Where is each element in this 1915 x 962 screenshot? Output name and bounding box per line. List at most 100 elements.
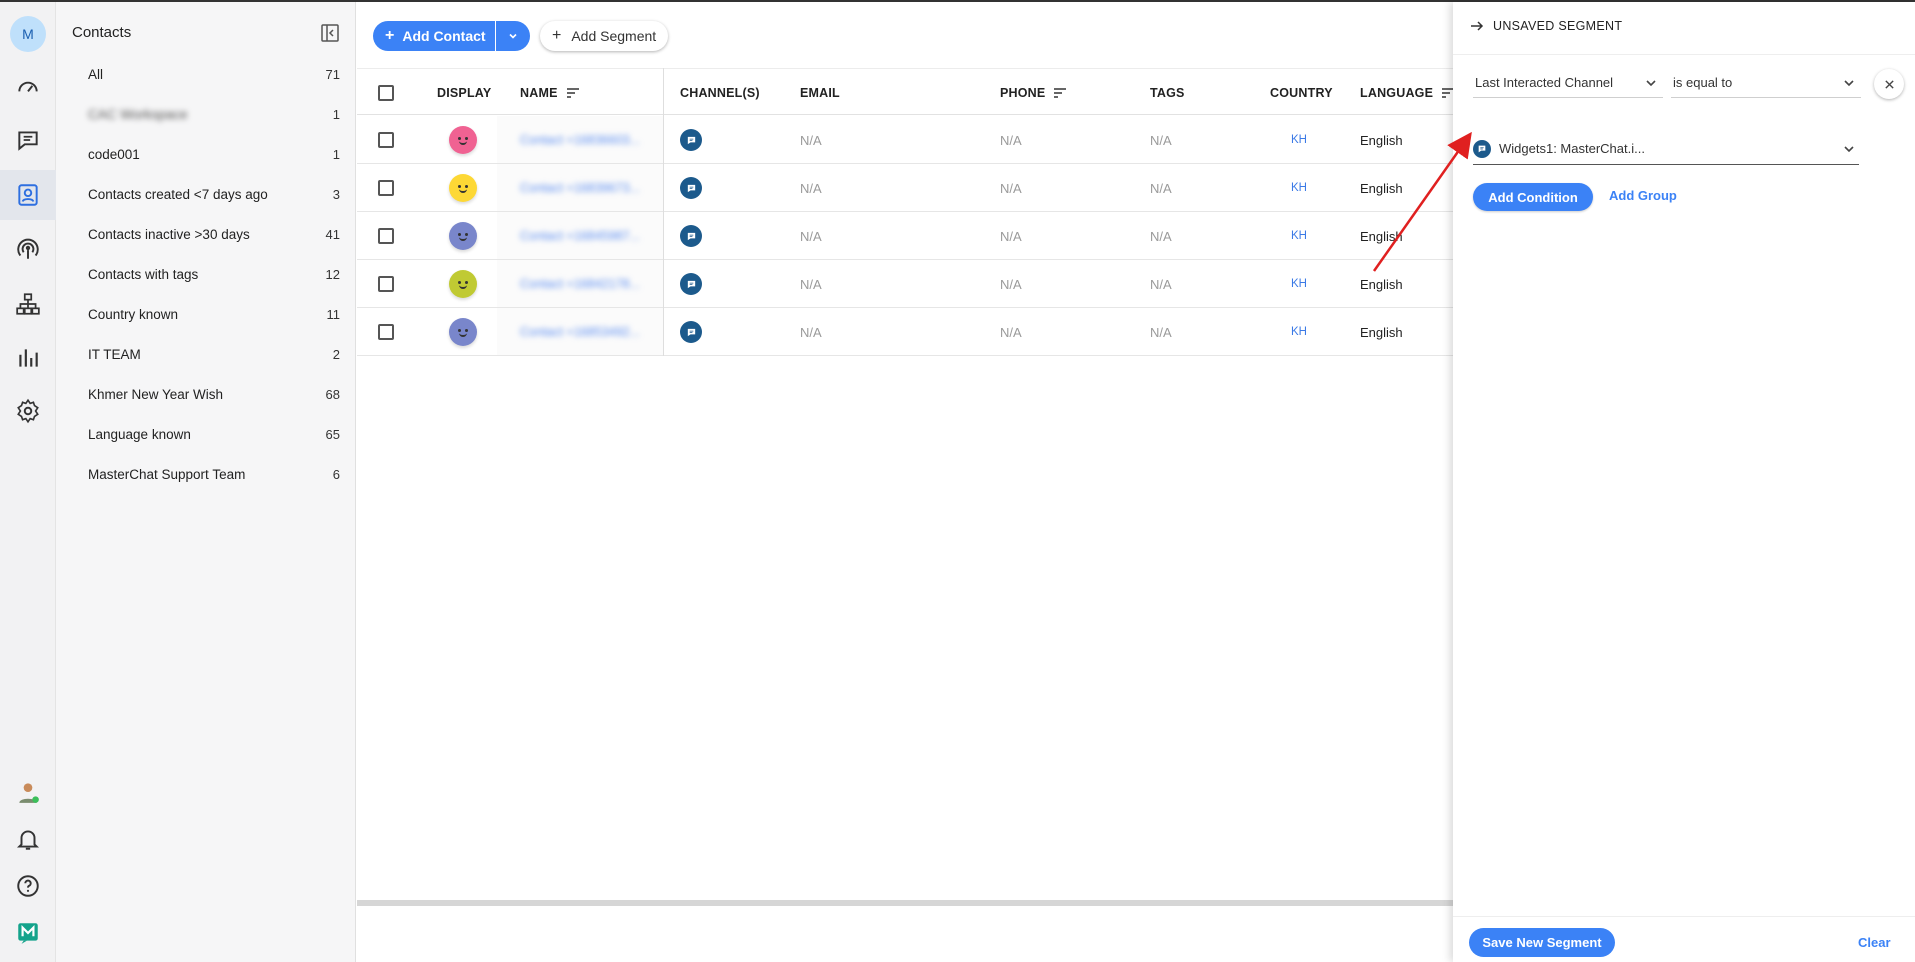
- segment-count: 2: [332, 346, 340, 362]
- panel-header: UNSAVED SEGMENT: [1469, 18, 1622, 34]
- segment-label: IT TEAM: [88, 346, 141, 362]
- field-select-value: Last Interacted Channel: [1475, 75, 1614, 90]
- add-contact-dropdown-button[interactable]: [496, 21, 530, 51]
- col-language-label: LANGUAGE: [1360, 85, 1434, 100]
- table-row[interactable]: Contact +16836603... N/A N/A N/A KH English: [357, 116, 1453, 164]
- notifications-nav[interactable]: [0, 814, 56, 864]
- segment-item[interactable]: code001 1: [88, 134, 340, 174]
- contact-name-link[interactable]: Contact +16853492...: [520, 325, 640, 339]
- chevron-down-icon: [1844, 79, 1854, 86]
- app-logo[interactable]: [0, 908, 56, 958]
- help-nav[interactable]: [0, 861, 56, 911]
- language-cell: English: [1360, 132, 1403, 148]
- contact-name-link[interactable]: Contact +16845987...: [520, 229, 640, 243]
- col-phone[interactable]: PHONE: [1000, 69, 1067, 116]
- arrow-right-icon[interactable]: [1469, 18, 1485, 34]
- row-checkbox[interactable]: [378, 132, 394, 148]
- app-logo-icon: [18, 923, 38, 944]
- country-cell: KH: [1291, 230, 1307, 242]
- segment-item[interactable]: Contacts created <7 days ago 3: [88, 174, 340, 214]
- sort-icon: [1054, 87, 1067, 98]
- col-language[interactable]: LANGUAGE: [1360, 69, 1455, 116]
- segment-label: Language known: [88, 426, 191, 442]
- broadcast-nav[interactable]: [0, 224, 56, 274]
- segment-item[interactable]: IT TEAM 2: [88, 334, 340, 374]
- table-row[interactable]: Contact +16845987... N/A N/A N/A KH English: [357, 212, 1453, 260]
- sort-icon: [566, 87, 579, 98]
- tags-cell: N/A: [1150, 180, 1172, 196]
- add-group-link[interactable]: Add Group: [1609, 188, 1677, 203]
- table-row[interactable]: Contact +16853492... N/A N/A N/A KH English: [357, 308, 1453, 356]
- collapse-sidebar-button[interactable]: [320, 23, 340, 43]
- value-select[interactable]: Widgets1: MasterChat.i...: [1473, 133, 1859, 165]
- bell-icon: [16, 830, 40, 850]
- contact-name-link[interactable]: Contact +16842178...: [520, 277, 640, 291]
- chat-widget-icon: [680, 177, 702, 199]
- col-name-label: NAME: [520, 85, 558, 100]
- save-new-segment-button[interactable]: Save New Segment: [1469, 928, 1615, 957]
- segment-item[interactable]: All 71: [88, 54, 340, 94]
- segment-count: 3: [332, 186, 340, 202]
- dashboard-nav[interactable]: [0, 62, 56, 112]
- table-row[interactable]: Contact +16842178... N/A N/A N/A KH English: [357, 260, 1453, 308]
- row-checkbox[interactable]: [378, 276, 394, 292]
- segment-item[interactable]: Language known 65: [88, 414, 340, 454]
- segment-item[interactable]: Khmer New Year Wish 68: [88, 374, 340, 414]
- phone-cell: N/A: [1000, 276, 1022, 292]
- segment-label: Country known: [88, 306, 179, 322]
- contacts-nav[interactable]: [0, 170, 56, 220]
- segment-item[interactable]: Contacts with tags 12: [88, 254, 340, 294]
- reports-icon: [19, 349, 38, 367]
- add-contact-button[interactable]: + Add Contact: [373, 21, 495, 51]
- row-checkbox[interactable]: [378, 180, 394, 196]
- add-segment-button[interactable]: + Add Segment: [540, 21, 668, 51]
- chat-widget-icon: [1473, 139, 1491, 158]
- tags-cell: N/A: [1150, 132, 1172, 148]
- clear-link[interactable]: Clear: [1858, 935, 1891, 950]
- tags-cell: N/A: [1150, 276, 1172, 292]
- segment-item[interactable]: Country known 11: [88, 294, 340, 334]
- contact-name-link[interactable]: Contact +16836603...: [520, 133, 640, 147]
- col-phone-label: PHONE: [1000, 85, 1046, 100]
- table-header: DISPLAY NAME CHANNEL(S) EMAIL PHONE TAGS…: [357, 68, 1455, 116]
- email-cell: N/A: [800, 132, 822, 148]
- segment-count: 11: [326, 306, 341, 322]
- segment-count: 65: [325, 426, 340, 442]
- col-name[interactable]: NAME: [520, 69, 580, 116]
- add-segment-label: Add Segment: [571, 28, 657, 44]
- contact-name-link[interactable]: Contact +16839673...: [520, 181, 640, 195]
- reports-nav[interactable]: [0, 333, 56, 383]
- phone-cell: N/A: [1000, 324, 1022, 340]
- tags-cell: N/A: [1150, 228, 1172, 244]
- user-status-icon: [19, 783, 39, 803]
- remove-condition-button[interactable]: [1874, 69, 1904, 99]
- segment-label: MasterChat Support Team: [88, 466, 246, 482]
- select-all-checkbox[interactable]: [378, 84, 394, 101]
- settings-nav[interactable]: [0, 386, 56, 436]
- row-checkbox[interactable]: [378, 324, 394, 340]
- workflow-nav[interactable]: [0, 279, 56, 329]
- segment-item[interactable]: MasterChat Support Team 6: [88, 454, 340, 494]
- messages-nav[interactable]: [0, 115, 56, 165]
- contacts-icon: [18, 184, 38, 206]
- value-select-text: Widgets1: MasterChat.i...: [1499, 141, 1645, 156]
- operator-select[interactable]: is equal to: [1671, 68, 1861, 98]
- horizontal-scrollbar[interactable]: [357, 900, 1453, 906]
- table-row[interactable]: Contact +16839673... N/A N/A N/A KH English: [357, 164, 1453, 212]
- field-select[interactable]: Last Interacted Channel: [1473, 68, 1663, 98]
- tags-cell: N/A: [1150, 324, 1172, 340]
- contact-avatar: [449, 222, 477, 250]
- plus-icon: +: [552, 27, 562, 44]
- email-cell: N/A: [800, 180, 822, 196]
- chat-widget-icon: [680, 225, 702, 247]
- segment-item[interactable]: CAC Workspace 1: [88, 94, 340, 134]
- add-condition-button[interactable]: Add Condition: [1473, 183, 1593, 211]
- contact-avatar: [449, 270, 477, 298]
- country-cell: KH: [1291, 326, 1307, 338]
- segment-item[interactable]: Contacts inactive >30 days 41: [88, 214, 340, 254]
- workspace-avatar[interactable]: M: [10, 16, 46, 52]
- row-checkbox[interactable]: [378, 228, 394, 244]
- user-status[interactable]: [0, 767, 56, 817]
- sidebar-title: Contacts: [72, 24, 132, 41]
- contact-avatar: [449, 174, 477, 202]
